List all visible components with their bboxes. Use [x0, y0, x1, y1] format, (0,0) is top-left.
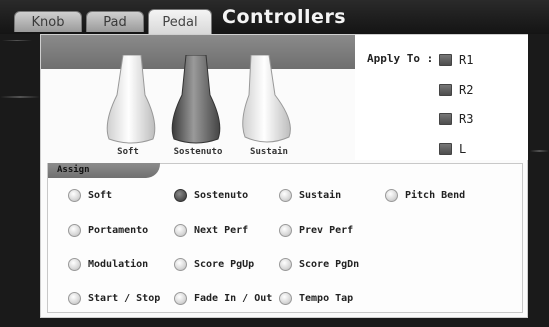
assign-option-label: Soft	[88, 189, 113, 201]
assign-option-prev-perf[interactable]: Prev Perf	[279, 222, 353, 238]
assign-option-tempo-tap[interactable]: Tempo Tap	[279, 290, 353, 306]
assign-option-label: Start / Stop	[88, 292, 161, 304]
assign-group: Assign Soft Sostenuto Sustain Pitch Bend…	[47, 163, 523, 313]
radio-icon	[174, 257, 187, 271]
assign-option-start-stop[interactable]: Start / Stop	[68, 290, 160, 306]
radio-icon	[68, 291, 81, 305]
pedal-label-soft: Soft	[117, 147, 139, 157]
assign-option-label: Portamento	[88, 224, 149, 236]
tab-bar: Knob Pad Pedal Controllers	[0, 0, 549, 34]
radio-icon	[279, 188, 292, 202]
assign-option-label: Tempo Tap	[299, 292, 354, 304]
checkbox-square-icon	[439, 54, 452, 66]
assign-option-label: Fade In / Out	[194, 292, 273, 304]
assign-option-score-pgup[interactable]: Score PgUp	[174, 256, 254, 272]
assign-label: Assign	[57, 165, 90, 175]
pedal-label-sustain: Sustain	[250, 147, 288, 157]
apply-to-item-label: R3	[459, 112, 474, 126]
assign-option-label: Pitch Bend	[405, 189, 466, 201]
apply-to-r1[interactable]: R1	[439, 53, 473, 67]
radio-selected-icon	[174, 188, 187, 202]
assign-option-label: Score PgUp	[194, 258, 255, 270]
apply-to-item-label: R1	[459, 53, 474, 67]
assign-option-pitch-bend[interactable]: Pitch Bend	[385, 187, 465, 203]
tab-pad[interactable]: Pad	[86, 11, 144, 32]
pedal-panel: Apply To : R1 R2 R3 L Soft Sostenuto Sus	[40, 34, 528, 318]
radio-icon	[174, 291, 187, 305]
background-streak	[530, 150, 549, 152]
assign-option-label: Next Perf	[194, 224, 249, 236]
radio-icon	[68, 257, 81, 271]
pedal-sostenuto[interactable]	[166, 55, 226, 147]
apply-to-label: Apply To :	[367, 52, 434, 65]
assign-option-label: Modulation	[88, 258, 149, 270]
pedal-soft[interactable]	[101, 55, 161, 147]
checkbox-square-icon	[439, 84, 452, 96]
assign-option-fade-in-out[interactable]: Fade In / Out	[174, 290, 272, 306]
radio-icon	[68, 223, 81, 237]
radio-icon	[68, 188, 81, 202]
apply-to-r3[interactable]: R3	[439, 112, 473, 126]
checkbox-square-icon	[439, 113, 452, 125]
pedal-label-sostenuto: Sostenuto	[173, 147, 223, 157]
assign-option-label: Score PgDn	[299, 258, 360, 270]
assign-option-label: Prev Perf	[299, 224, 354, 236]
apply-to-item-label: R2	[459, 83, 474, 97]
background-streak	[0, 96, 40, 98]
tab-knob[interactable]: Knob	[14, 11, 82, 32]
assign-option-portamento[interactable]: Portamento	[68, 222, 148, 238]
assign-option-label: Sostenuto	[194, 189, 249, 201]
apply-to-r2[interactable]: R2	[439, 83, 473, 97]
assign-option-next-perf[interactable]: Next Perf	[174, 222, 248, 238]
background-streak	[2, 40, 32, 41]
radio-icon	[279, 223, 292, 237]
assign-option-sustain[interactable]: Sustain	[279, 187, 341, 203]
radio-icon	[174, 223, 187, 237]
assign-option-label: Sustain	[299, 189, 342, 201]
tab-pedal[interactable]: Pedal	[148, 9, 212, 34]
apply-to-l[interactable]: L	[439, 142, 466, 156]
assign-option-soft[interactable]: Soft	[68, 187, 112, 203]
assign-option-score-pgdn[interactable]: Score PgDn	[279, 256, 359, 272]
checkbox-square-icon	[439, 143, 452, 155]
radio-icon	[279, 291, 292, 305]
assign-option-modulation[interactable]: Modulation	[68, 256, 148, 272]
page-title: Controllers	[222, 6, 347, 28]
assign-option-sostenuto[interactable]: Sostenuto	[174, 187, 248, 203]
radio-icon	[385, 188, 398, 202]
radio-icon	[279, 257, 292, 271]
apply-to-item-label: L	[459, 142, 467, 156]
pedal-sustain[interactable]	[233, 55, 297, 147]
